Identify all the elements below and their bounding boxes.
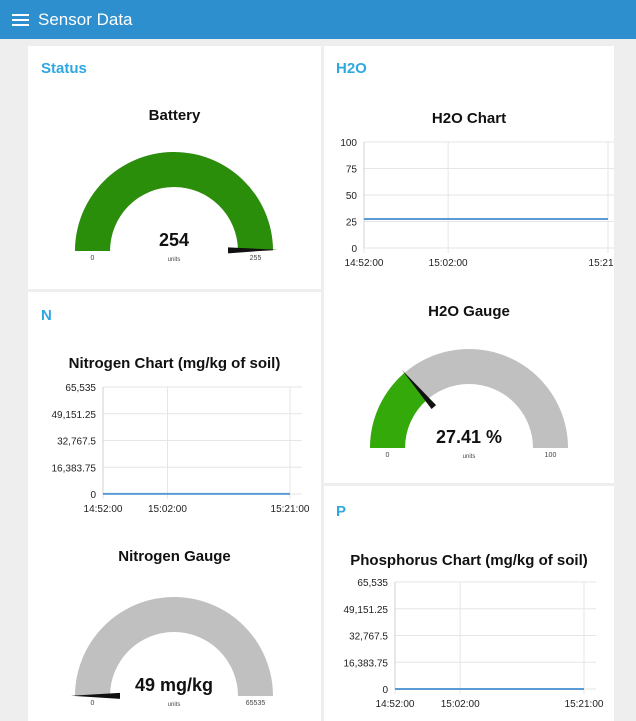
h2o-chart: 100 75 50 25 0 14:52:00 15:02:00 15:21:00	[340, 138, 614, 269]
x-tick-label: 15:02:00	[148, 504, 187, 515]
y-tick-label: 0	[382, 685, 388, 696]
gauge-min: 0	[91, 700, 95, 706]
status-card: Status Battery 254 units 0 255	[28, 46, 321, 289]
y-tick-label: 49,151.25	[344, 605, 389, 616]
x-tick-label: 15:21:00	[565, 699, 604, 710]
nitrogen-gauge-title: Nitrogen Gauge	[118, 548, 231, 565]
app-title: Sensor Data	[38, 9, 133, 29]
nitrogen-chart-title: Nitrogen Chart (mg/kg of soil)	[68, 355, 281, 372]
phosphorus-chart: 65,535 49,151.25 32,767.5 16,383.75 0 14:52:0…	[344, 578, 604, 710]
y-tick-label: 65,535	[65, 383, 96, 394]
y-tick-label: 75	[346, 165, 358, 176]
nitrogen-chart: 65,535 49,151.25 32,767.5 16,383.75 0 14:52:0…	[52, 383, 310, 515]
y-tick-label: 25	[346, 218, 358, 229]
gauge-units: units	[463, 454, 476, 458]
gauge-value: 254	[159, 230, 189, 250]
nitrogen-gauge: 49 mg/kg units 0 65535	[71, 597, 273, 706]
x-tick-label: 15:02:00	[441, 699, 480, 710]
y-tick-label: 50	[346, 191, 358, 202]
x-tick-label: 14:52:00	[345, 258, 384, 269]
gauge-units: units	[168, 702, 181, 706]
h2o-card: H2O H2O Chart 100 75 50 25 0 14:52:00 15:02:00…	[324, 46, 614, 483]
gauge-max: 65535	[246, 700, 266, 706]
x-tick-label: 15:21:00	[271, 504, 310, 515]
group-title-n: N	[41, 307, 52, 324]
h2o-gauge: 27.41 % units 0 100	[370, 349, 568, 458]
gauge-max: 100	[545, 452, 557, 458]
h2o-chart-title: H2O Chart	[431, 110, 507, 127]
battery-gauge-title: Battery	[148, 107, 201, 124]
h2o-gauge-title: H2O Gauge	[428, 303, 510, 320]
gauge-value: 49 mg/kg	[135, 675, 213, 695]
x-tick-label: 14:52:00	[376, 699, 415, 710]
y-tick-label: 32,767.5	[57, 437, 96, 448]
gauge-value: 27.41 %	[436, 427, 502, 447]
y-tick-label: 16,383.75	[52, 463, 97, 474]
menu-icon[interactable]	[12, 13, 29, 26]
y-tick-label: 0	[351, 244, 357, 255]
gauge-max: 255	[250, 255, 262, 261]
group-title-status: Status	[41, 60, 87, 77]
y-tick-label: 16,383.75	[344, 658, 389, 669]
y-tick-label: 49,151.25	[52, 410, 97, 421]
p-card: P Phosphorus Chart (mg/kg of soil) 65,53…	[324, 486, 614, 721]
phosphorus-chart-title: Phosphorus Chart (mg/kg of soil)	[350, 552, 588, 569]
group-title-h2o: H2O	[336, 60, 367, 77]
y-tick-label: 0	[90, 490, 96, 501]
y-tick-label: 32,767.5	[349, 632, 388, 643]
gauge-units: units	[168, 257, 181, 261]
x-tick-label: 14:52:00	[84, 504, 123, 515]
x-tick-label: 15:02:00	[429, 258, 468, 269]
x-tick-label: 15:21:00	[589, 258, 614, 269]
n-card: N Nitrogen Chart (mg/kg of soil) 65,535 4…	[28, 292, 321, 721]
y-tick-label: 65,535	[357, 578, 388, 589]
battery-gauge: 254 units 0 255	[75, 151, 277, 261]
gauge-min: 0	[386, 452, 390, 458]
top-bar: Sensor Data	[0, 0, 636, 39]
group-title-p: P	[336, 503, 347, 520]
gauge-min: 0	[91, 255, 95, 261]
y-tick-label: 100	[340, 138, 357, 149]
